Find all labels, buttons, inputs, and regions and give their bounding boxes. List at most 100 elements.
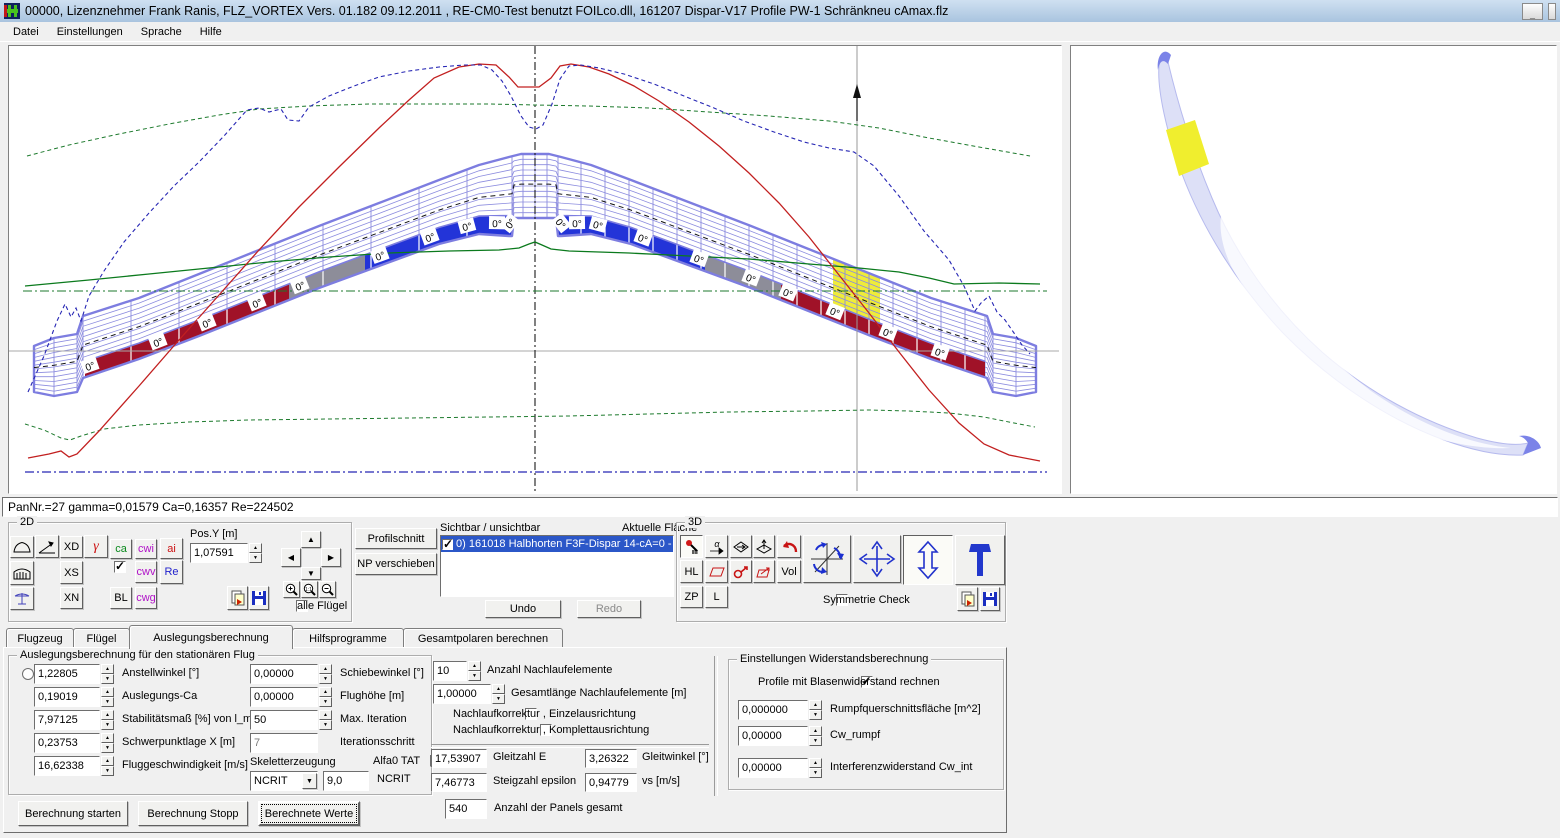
pan-up-button[interactable]: ▲ [301, 531, 321, 548]
planform-view[interactable]: 0°0°0°0°0°0°0°0°0°0°0°0°0°0°0°0°0°0°0°0° [8, 45, 1062, 494]
auslegungs-ca-input[interactable] [34, 687, 100, 707]
cw-int-spinner[interactable]: ▲▼ [809, 758, 822, 778]
surface-listbox[interactable]: 0) 161018 Halbhorten F3F-Dispar 14-cA=0 … [440, 535, 674, 597]
rumpfquerschnitt-spinner[interactable]: ▲▼ [809, 700, 822, 720]
tab-auslegungsberechnung[interactable]: Auslegungsberechnung [129, 625, 293, 649]
zp-button[interactable]: ZP [680, 586, 703, 608]
vol-button[interactable]: Vol [777, 560, 801, 583]
tab-flugzeug[interactable]: Flugzeug [6, 628, 74, 648]
fluggeschwindigkeit-spinner[interactable]: ▲▼ [101, 756, 114, 776]
tab-hilfsprogram[interactable]: Hilfsprogramme [292, 628, 404, 648]
schiebewinkel-spinner[interactable]: ▲▼ [319, 664, 332, 684]
cw-rumpf-input[interactable] [738, 726, 808, 746]
maximize-button-partial[interactable] [1548, 3, 1556, 20]
nachlauf-laenge-spinner[interactable]: ▲▼ [492, 684, 505, 704]
ca-button[interactable]: ca [110, 539, 132, 559]
ncrit-select[interactable]: NCRIT ▼ [250, 771, 318, 791]
cw-int-input[interactable] [738, 758, 808, 778]
menu-datei[interactable]: Datei [4, 24, 48, 40]
pan-left-button[interactable]: ◀ [281, 548, 301, 567]
ai-button[interactable]: ai [160, 538, 183, 559]
panel-diamond-button[interactable] [730, 535, 752, 558]
auslegungs-ca-spinner[interactable]: ▲▼ [101, 687, 114, 707]
panel-flat-button[interactable] [705, 560, 728, 583]
cw-rumpf-spinner[interactable]: ▲▼ [809, 726, 822, 746]
menu-sprache[interactable]: Sprache [132, 24, 191, 40]
chevron-down-icon[interactable]: ▼ [302, 773, 317, 789]
hangar-view-button[interactable] [10, 561, 34, 585]
max-iteration-spinner[interactable]: ▲▼ [319, 710, 332, 730]
panel-move-button[interactable] [753, 560, 775, 583]
posy-spinner[interactable]: ▲▼ [249, 543, 262, 563]
save-3d-button[interactable] [980, 587, 1000, 611]
nachlauf-laenge-input[interactable] [433, 684, 491, 704]
vs-input[interactable] [585, 773, 637, 792]
anstellwinkel-input[interactable] [34, 664, 100, 684]
flughoehe-input[interactable] [250, 687, 318, 707]
move-3d-button[interactable] [853, 535, 901, 583]
berechnung-starten-button[interactable]: Berechnung starten [18, 801, 128, 826]
nachlauf-anzahl-spinner[interactable]: ▲▼ [468, 661, 481, 681]
menu-hilfe[interactable]: Hilfe [191, 24, 231, 40]
bl-button[interactable]: BL [110, 587, 132, 609]
schiebewinkel-input[interactable] [250, 664, 318, 684]
zoom-one-button[interactable]: 1:1 [301, 581, 318, 598]
undo-3d-button[interactable] [777, 535, 801, 558]
rumpfquerschnitt-input[interactable] [738, 700, 808, 720]
undo-button[interactable]: Undo [485, 600, 561, 618]
nachlauf-anzahl-input[interactable] [433, 661, 467, 681]
xn-button[interactable]: XN [60, 587, 83, 609]
flughoehe-spinner[interactable]: ▲▼ [319, 687, 332, 707]
steigzahl-input[interactable] [431, 773, 487, 792]
panel-normal-button[interactable] [753, 535, 775, 558]
berechnung-stopp-button[interactable]: Berechnung Stopp [138, 801, 248, 826]
vertical-move-button[interactable] [903, 535, 953, 585]
hammer-button[interactable] [955, 535, 1005, 585]
menu-einstellungen[interactable]: Einstellungen [48, 24, 132, 40]
cwv-button[interactable]: cwv [135, 561, 157, 583]
stabilitaet-spinner[interactable]: ▲▼ [101, 710, 114, 730]
angle-view-button[interactable] [35, 535, 59, 558]
parasol-view-button[interactable] [10, 587, 34, 610]
redo-button[interactable]: Redo [577, 600, 641, 618]
l-button[interactable]: L [705, 586, 728, 608]
ncrit-value-input[interactable] [323, 771, 369, 791]
pan-down-button[interactable]: ▼ [301, 567, 321, 580]
tab-gesamtpolaren[interactable]: Gesamtpolaren berechnen [403, 628, 563, 648]
surface-item-checkbox[interactable] [442, 539, 453, 550]
stabilitaet-input[interactable] [34, 710, 100, 730]
tab-fluegel[interactable]: Flügel [73, 628, 130, 648]
fluggeschwindigkeit-input[interactable] [34, 756, 100, 776]
cwi-button[interactable]: cwi [135, 539, 157, 559]
save-2d-button[interactable] [249, 586, 269, 610]
re-button[interactable]: Re [160, 560, 183, 584]
copy-3d-button[interactable] [957, 587, 978, 611]
hl-button[interactable]: HL [680, 560, 703, 583]
screw-button[interactable] [730, 560, 752, 583]
radio-anstellwinkel[interactable] [22, 668, 34, 680]
berechnete-werte-button[interactable]: Berechnete Werte [258, 801, 360, 826]
profilschnitt-button[interactable]: Profilschnitt [355, 528, 437, 549]
np-verschieben-button[interactable]: NP verschieben [355, 553, 437, 575]
zoom-out-button[interactable] [319, 581, 336, 598]
panels-input[interactable] [445, 799, 487, 819]
gamma-button[interactable]: γ [84, 535, 108, 558]
cwg-button[interactable]: cwg [135, 587, 157, 609]
zoom-in-button[interactable] [283, 581, 300, 598]
rotate-3d-button[interactable] [803, 535, 851, 583]
posy-input[interactable] [190, 543, 248, 563]
anstellwinkel-spinner[interactable]: ▲▼ [101, 664, 114, 684]
xd-button[interactable]: XD [60, 536, 83, 558]
surface-list-item[interactable]: 0) 161018 Halbhorten F3F-Dispar 14-cA=0 … [441, 536, 673, 552]
ca-checkbox[interactable] [114, 561, 126, 573]
copy-2d-button[interactable] [227, 586, 248, 610]
panel-paint-button[interactable] [680, 535, 703, 558]
schwerpunkt-input[interactable] [34, 733, 100, 753]
gleitwinkel-input[interactable] [585, 749, 637, 768]
iso-3d-view[interactable] [1070, 45, 1557, 494]
minimize-button[interactable]: _ [1522, 3, 1543, 20]
gleitzahl-input[interactable] [431, 749, 487, 768]
pan-right-button[interactable]: ▶ [321, 548, 341, 567]
max-iteration-input[interactable] [250, 710, 318, 730]
schwerpunkt-spinner[interactable]: ▲▼ [101, 733, 114, 753]
